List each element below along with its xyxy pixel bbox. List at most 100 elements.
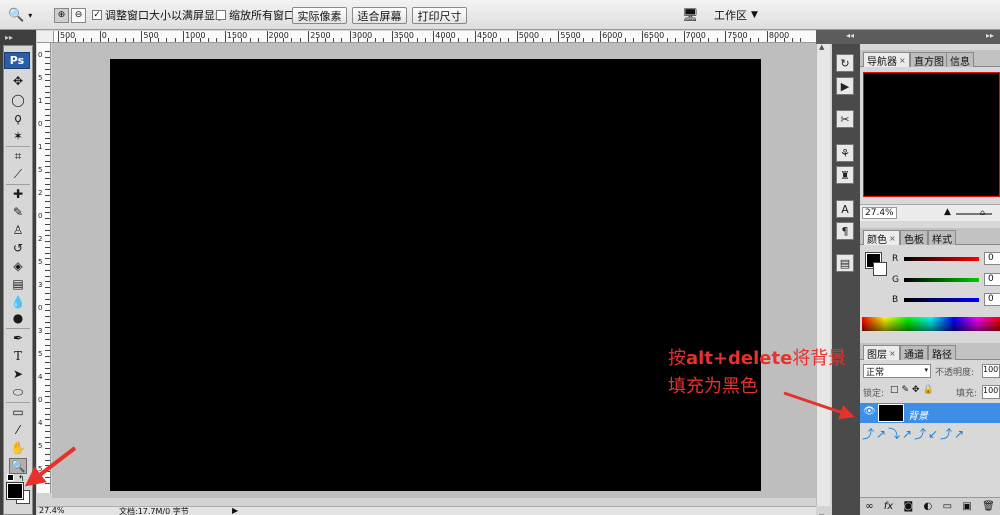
new-layer-icon[interactable]: ▣ xyxy=(962,501,971,512)
ruler-label: 7500 xyxy=(727,31,748,40)
adjustment-layer-icon[interactable]: ◐ xyxy=(924,501,933,512)
blue-slider[interactable] xyxy=(904,298,979,302)
ruler-minor-tick xyxy=(45,379,50,380)
tool-presets-icon[interactable]: ✂ xyxy=(836,110,854,128)
opacity-input[interactable]: 100% xyxy=(982,364,1000,378)
lock-icons[interactable]: □✎✥🔒 xyxy=(890,385,937,395)
tab-info[interactable]: 信息 xyxy=(946,52,974,68)
marquee-tool-icon[interactable]: ◯ xyxy=(9,92,27,108)
slice-tool-icon[interactable]: ⟋ xyxy=(9,166,27,182)
ruler-origin[interactable] xyxy=(37,31,54,43)
fit-screen-button[interactable]: 适合屏幕 xyxy=(352,7,407,24)
character-panel-icon[interactable]: A xyxy=(836,200,854,218)
history-panel-icon[interactable]: ↻ xyxy=(836,54,854,72)
scroll-up-icon[interactable]: ▲ xyxy=(819,43,828,53)
print-size-button[interactable]: 打印尺寸 xyxy=(412,7,467,24)
dodge-tool-icon[interactable]: ● xyxy=(9,310,27,326)
collapse-dock-icon[interactable]: ◂◂ xyxy=(846,31,854,40)
clone-source-icon[interactable]: ♜ xyxy=(836,166,854,184)
ps-logo[interactable]: Ps xyxy=(4,52,30,69)
slider-handle-icon[interactable]: ⌂ xyxy=(980,208,985,217)
tab-styles[interactable]: 样式 xyxy=(928,230,956,246)
green-slider[interactable] xyxy=(904,278,979,282)
tab-navigator[interactable]: 导航器 × xyxy=(863,52,910,68)
pen-tool-icon[interactable]: ✒ xyxy=(9,330,27,346)
tab-paths[interactable]: 路径 xyxy=(928,345,956,361)
default-colors-icon[interactable] xyxy=(7,474,14,481)
layer-mask-icon[interactable]: ◙ xyxy=(904,501,914,512)
expand-dock-icon[interactable]: ▸▸ xyxy=(986,31,994,40)
actual-pixels-button[interactable]: 实际像素 xyxy=(292,7,347,24)
blue-value[interactable]: 0 xyxy=(984,293,1000,306)
link-layers-icon[interactable]: ∞ xyxy=(865,501,873,512)
tab-label: 颜色 xyxy=(867,234,887,246)
move-tool-icon[interactable]: ✥ xyxy=(9,73,27,89)
status-zoom[interactable]: 27.4% xyxy=(39,507,64,515)
brush-tool-icon[interactable]: ✎ xyxy=(9,204,27,220)
ruler-label: 3 xyxy=(38,281,43,289)
magic-wand-icon[interactable]: ✶ xyxy=(9,128,27,144)
zoom-out-icon[interactable]: ⊖ xyxy=(71,7,86,23)
blur-tool-icon[interactable]: 💧 xyxy=(9,294,27,310)
zoom-all-windows-checkbox[interactable]: 缩放所有窗口 xyxy=(216,6,295,24)
zoom-out-mountain-icon[interactable]: ▲ xyxy=(944,207,951,217)
collapse-icon[interactable]: ▸▸ xyxy=(5,33,13,42)
tab-color[interactable]: 颜色 × xyxy=(863,230,900,246)
clone-stamp-icon[interactable]: ♙ xyxy=(9,222,27,238)
zoom-in-icon[interactable]: ⊕ xyxy=(54,7,69,23)
ruler-minor-tick xyxy=(45,57,50,58)
paragraph-panel-icon[interactable]: ¶ xyxy=(836,222,854,240)
swap-colors-icon[interactable]: ↰ xyxy=(18,474,25,483)
history-brush-icon[interactable]: ↺ xyxy=(9,240,27,256)
foreground-color-swatch[interactable] xyxy=(6,482,24,500)
ruler-tick xyxy=(224,31,226,42)
layer-style-icon[interactable]: fx xyxy=(884,501,893,512)
hand-tool-icon[interactable]: ✋ xyxy=(9,440,27,456)
bridge-icon[interactable]: 🖥 xyxy=(682,6,699,24)
status-menu-icon[interactable]: ▶ xyxy=(232,507,238,515)
brushes-panel-icon[interactable]: ⚘ xyxy=(836,144,854,162)
eyedropper-icon[interactable]: ⁄ xyxy=(9,422,27,438)
notes-tool-icon[interactable]: ▭ xyxy=(9,404,27,420)
tab-swatches[interactable]: 色板 xyxy=(900,230,928,246)
shape-tool-icon[interactable]: ⬭ xyxy=(9,384,27,400)
layer-comps-icon[interactable]: ▤ xyxy=(836,254,854,272)
eraser-tool-icon[interactable]: ◈ xyxy=(9,258,27,274)
document-canvas[interactable] xyxy=(110,59,761,491)
trash-icon[interactable]: 🗑 xyxy=(982,501,995,512)
resize-windows-checkbox[interactable]: ✓ 调整窗口大小以满屏显示 xyxy=(92,6,226,24)
layer-name[interactable]: 背景 xyxy=(908,407,928,422)
close-icon[interactable]: × xyxy=(889,349,896,358)
tab-histogram[interactable]: 直方图 xyxy=(910,52,948,68)
close-icon[interactable]: × xyxy=(889,234,896,243)
red-value[interactable]: 0 xyxy=(984,252,1000,265)
ruler-label: 500 xyxy=(60,31,76,40)
eye-icon[interactable]: 👁 xyxy=(863,406,876,417)
zoom-tool-preset[interactable]: 🔍 ▾ xyxy=(8,6,32,24)
vertical-scrollbar[interactable]: ▲ ▼ xyxy=(816,43,830,515)
new-group-icon[interactable]: ▭ xyxy=(943,501,952,512)
gradient-tool-icon[interactable]: ▤ xyxy=(9,276,27,292)
close-icon[interactable]: × xyxy=(899,56,906,65)
tab-layers[interactable]: 图层 × xyxy=(863,345,900,361)
navigator-preview[interactable] xyxy=(863,72,1000,197)
path-selection-icon[interactable]: ➤ xyxy=(9,366,27,382)
healing-brush-icon[interactable]: ✚ xyxy=(9,186,27,202)
green-value[interactable]: 0 xyxy=(984,273,1000,286)
navigator-zoom-slider[interactable] xyxy=(956,213,992,215)
tab-channels[interactable]: 通道 xyxy=(900,345,928,361)
red-slider[interactable] xyxy=(904,257,979,261)
blend-mode-select[interactable]: 正常 ▾ xyxy=(863,364,931,378)
fill-input[interactable]: 100% xyxy=(982,385,1000,399)
lasso-tool-icon[interactable]: ϙ xyxy=(9,110,27,126)
crop-tool-icon[interactable]: ⌗ xyxy=(9,148,27,164)
workspace-menu[interactable]: 工作区 ▼ xyxy=(714,6,758,24)
ruler-minor-tick xyxy=(45,247,50,248)
color-spectrum-ramp[interactable] xyxy=(862,317,1000,331)
fill-label: 填充: xyxy=(956,389,978,399)
actions-panel-icon[interactable]: ▶ xyxy=(836,77,854,95)
navigator-zoom-value[interactable]: 27.4% xyxy=(862,207,897,219)
ruler-tick xyxy=(183,31,185,42)
type-tool-icon[interactable]: T xyxy=(9,348,27,364)
zoom-tool-icon[interactable]: 🔍 xyxy=(9,458,27,474)
